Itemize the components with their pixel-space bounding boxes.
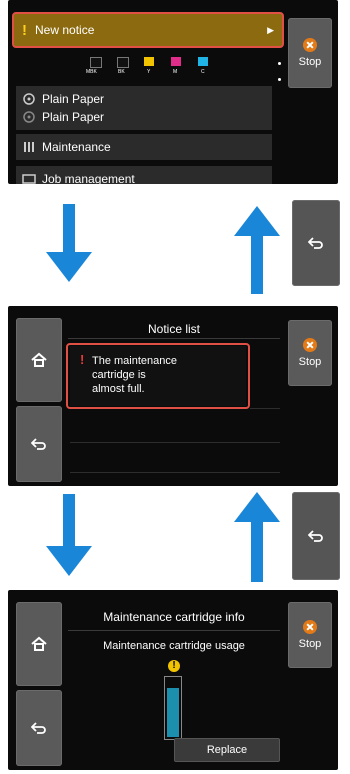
back-button[interactable] xyxy=(16,406,62,482)
ink-label-mbk: MBK xyxy=(86,69,97,75)
arrow-down-icon xyxy=(46,204,92,282)
stop-icon xyxy=(303,620,317,634)
ink-tank-mbk xyxy=(90,57,102,68)
stop-button[interactable]: Stop xyxy=(288,18,332,88)
notice-list-panel: Notice list ! The maintenance cartridge … xyxy=(8,306,338,486)
maintenance-label: Maintenance xyxy=(42,140,111,154)
stop-icon xyxy=(303,38,317,52)
paper-item-1-label: Plain Paper xyxy=(42,92,105,106)
stop-label: Stop xyxy=(298,56,322,68)
back-icon xyxy=(31,438,46,450)
back-button[interactable] xyxy=(292,200,340,286)
stop-icon xyxy=(303,338,317,352)
paper-settings-item[interactable]: Plain Paper Plain Paper xyxy=(16,86,272,130)
stop-label: Stop xyxy=(298,638,322,650)
maintenance-item[interactable]: Maintenance xyxy=(16,134,272,160)
page-title: Notice list xyxy=(147,322,200,336)
home-icon xyxy=(31,352,47,367)
ink-label-m: M xyxy=(173,69,178,75)
stop-label: Stop xyxy=(298,356,322,368)
maintenance-cartridge-panel: Maintenance cartridge info Maintenance c… xyxy=(8,590,338,770)
arrow-up-icon xyxy=(234,492,280,582)
ink-tank-bk xyxy=(117,57,129,68)
usage-subtitle: Maintenance cartridge usage xyxy=(103,640,245,652)
scroll-indicator xyxy=(278,62,282,162)
list-divider-1 xyxy=(250,408,280,409)
stop-button[interactable]: Stop xyxy=(288,320,332,386)
paper-tray-icon xyxy=(23,111,35,123)
back-button[interactable] xyxy=(292,492,340,580)
ink-label-y: Y xyxy=(147,69,151,75)
back-icon xyxy=(31,722,46,734)
paper-cassette-icon xyxy=(23,93,35,105)
ink-level-strip: MBK BK Y M C xyxy=(84,55,224,79)
ink-tank-y xyxy=(144,57,154,66)
home-button[interactable] xyxy=(16,602,62,686)
ink-tank-c xyxy=(198,57,208,66)
ink-label-bk: BK xyxy=(118,69,125,75)
back-icon xyxy=(308,237,323,249)
notice-highlight-frame xyxy=(66,343,250,409)
arrow-up-icon xyxy=(234,206,280,294)
ink-label-c: C xyxy=(201,69,205,75)
home-icon xyxy=(31,636,47,651)
maintenance-icon xyxy=(24,142,34,152)
back-icon xyxy=(308,530,323,542)
home-button[interactable] xyxy=(16,318,62,402)
job-management-item[interactable]: Job management xyxy=(16,166,272,184)
job-management-label: Job management xyxy=(42,172,135,184)
page-title: Maintenance cartridge info xyxy=(103,610,245,624)
notice-highlight-frame xyxy=(12,12,284,48)
stop-button[interactable]: Stop xyxy=(288,602,332,668)
ink-tank-m xyxy=(171,57,181,66)
job-icon xyxy=(22,174,36,184)
title-divider xyxy=(68,630,280,631)
list-divider-3 xyxy=(70,472,280,473)
warning-icon: ! xyxy=(168,660,180,672)
back-button[interactable] xyxy=(16,690,62,766)
home-screen-panel: ! New notice ▶ MBK BK Y M C Plain Paper … xyxy=(8,0,338,184)
replace-label: Replace xyxy=(206,744,248,756)
arrow-down-icon xyxy=(46,494,92,576)
title-divider xyxy=(68,338,280,339)
usage-gauge xyxy=(164,676,182,740)
usage-gauge-fill xyxy=(167,688,179,737)
list-divider-2 xyxy=(70,442,280,443)
replace-button[interactable]: Replace xyxy=(174,738,280,762)
paper-item-2-label: Plain Paper xyxy=(42,110,105,124)
